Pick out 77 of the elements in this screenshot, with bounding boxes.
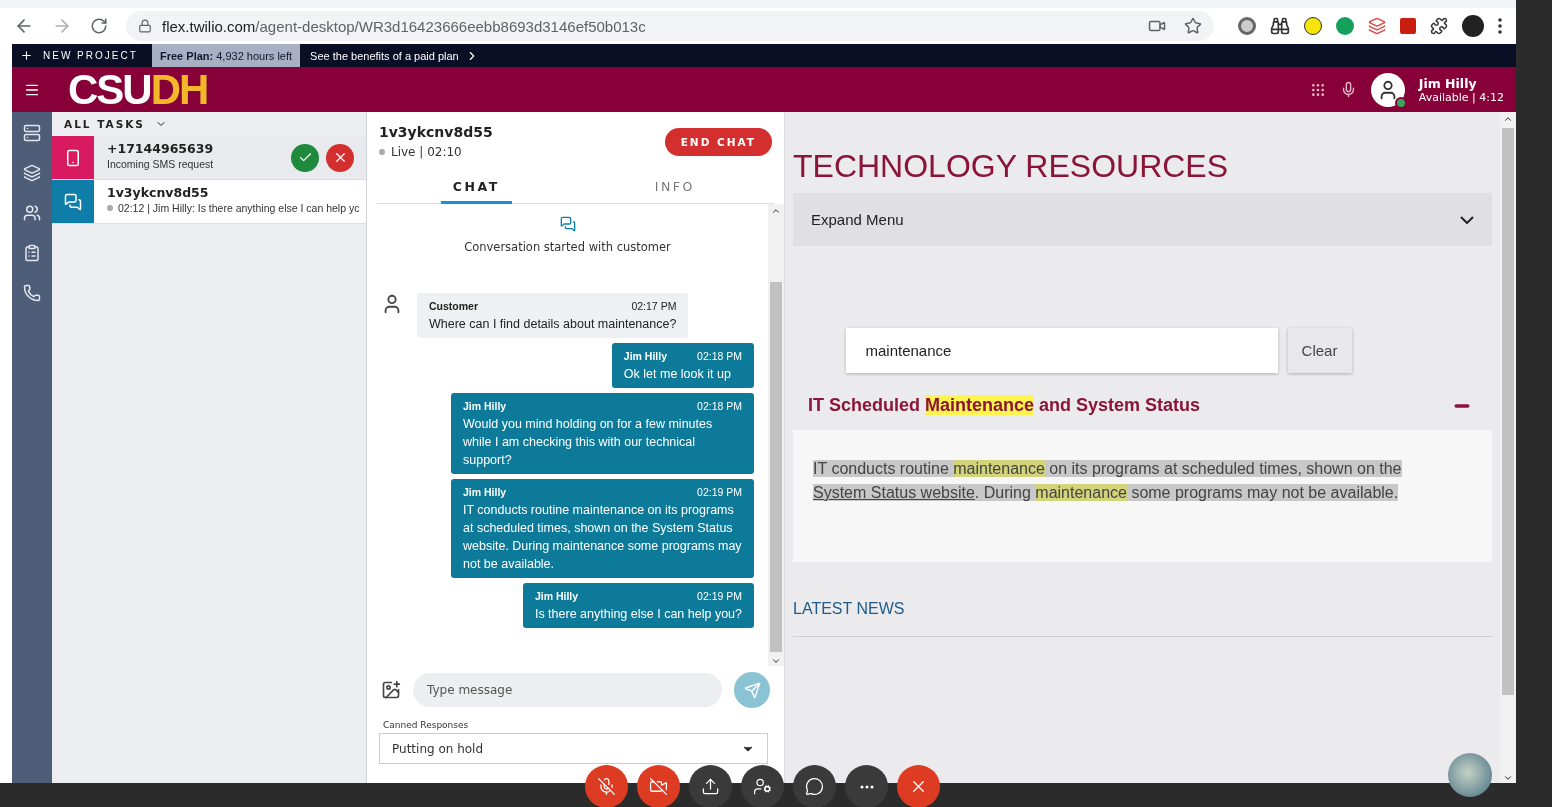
message-bubble: Jim Hilly 02:19 PM IT conducts routine maintenance on its programs at scheduled times, shown on the System Status website. During maintenance some programs may not be available. [451, 479, 754, 578]
article-title[interactable]: IT Scheduled Maintenance and System Status [808, 395, 1201, 416]
attach-image-icon [381, 680, 401, 700]
project-name[interactable]: NEW PROJECT [12, 49, 152, 62]
scrollbar[interactable] [1500, 112, 1516, 783]
task-item[interactable]: 1v3ykcnv8d55 02:12 | Jim Hilly: Is there anything else I can help yc [52, 180, 366, 224]
lock-icon [138, 19, 152, 33]
page-title: TECHNOLOGY RESOURCES [793, 148, 1230, 185]
end-chat-button[interactable]: END CHAT [664, 128, 772, 156]
canned-responses-select[interactable]: Putting on hold [379, 733, 768, 764]
mic-off-icon [597, 777, 616, 796]
reject-button[interactable] [326, 143, 354, 172]
search-field[interactable]: maintenance [845, 328, 1278, 373]
message-bubble: Jim Hilly 02:18 PM Would you mind holding on for a few minutes while I am checking this with our technical support? [451, 393, 754, 474]
chat-icon [559, 216, 576, 232]
task-subtitle: 02:12 | Jim Hilly: Is there anything else I can help yc [118, 202, 360, 214]
scroll-up-icon[interactable] [771, 206, 781, 216]
chat-status: Live | 02:10 [391, 145, 462, 159]
profile-avatar[interactable] [1462, 15, 1484, 37]
dialpad-icon [1309, 81, 1326, 98]
queue-icon[interactable] [23, 124, 41, 142]
chat-tab[interactable]: CHAT [377, 171, 576, 203]
scroll-down-icon[interactable] [1503, 773, 1513, 783]
camera-off-icon [649, 777, 668, 796]
article-text: IT conducts routine maintenance on its programs at scheduled times, shown on the System Status website. During maintenance some programs may not be available. [813, 459, 1403, 503]
status-dot [107, 205, 113, 211]
phone-icon [64, 148, 82, 167]
task-title: 1v3ykcnv8d55 [107, 185, 210, 200]
chat-icon [805, 777, 824, 796]
message-bubble: Jim Hilly 02:19 PM Is there anything else I can help you? [522, 583, 754, 628]
user-name: Jim Hilly [1418, 75, 1478, 91]
news-heading: LATEST NEWS [793, 600, 1492, 637]
user-status: Available | 4:12 [1418, 90, 1504, 104]
reload-icon [90, 17, 108, 35]
address-bar[interactable]: flex.twilio.com/agent-desktop/WR3d16423666eebb8693d3146ef50b013c [126, 11, 1214, 41]
canned-responses-label: Canned Responses [382, 719, 470, 732]
phone-icon[interactable] [23, 284, 41, 302]
message-bubble: Jim Hilly 02:18 PM Ok let me look it up [611, 343, 754, 388]
plus-icon [20, 49, 33, 62]
message-input[interactable]: Type message [413, 673, 722, 707]
task-item[interactable]: +17144965639 Incoming SMS request [52, 136, 366, 180]
star-icon [1184, 17, 1202, 35]
scroll-down-icon[interactable] [771, 656, 781, 666]
send-icon [743, 681, 761, 699]
more-icon [859, 784, 874, 789]
logo: CSUDH [68, 68, 208, 111]
scrollbar[interactable] [768, 204, 784, 666]
conversation-started: Conversation started with customer [464, 240, 671, 254]
expand-menu[interactable]: Expand Menu [793, 193, 1492, 246]
binoculars-icon [1270, 16, 1290, 36]
extension-icon [1368, 17, 1386, 35]
share-icon [701, 777, 720, 796]
clear-button[interactable]: Clear [1287, 328, 1352, 373]
system-status-link[interactable]: System Status website [813, 484, 975, 501]
user-avatar[interactable] [1370, 72, 1405, 107]
chevron-down-icon [1460, 215, 1474, 224]
layers-icon[interactable] [23, 164, 41, 182]
task-title: +17144965639 [107, 141, 215, 156]
scroll-up-icon[interactable] [1503, 114, 1513, 124]
task-subtitle: Incoming SMS request [107, 158, 214, 170]
extension-icon[interactable] [1238, 17, 1256, 35]
chat-icon [64, 192, 82, 211]
chat-tab[interactable]: INFO [575, 171, 774, 203]
participants-icon [753, 777, 772, 796]
task-filter[interactable]: ALL TASKS [64, 118, 145, 130]
url-text: flex.twilio.com/agent-desktop/WR3d16423666eebb8693d3146ef50b013c [162, 17, 646, 35]
chat-title: 1v3ykcnv8d55 [379, 124, 493, 140]
upgrade-link[interactable]: See the benefits of a paid plan [300, 48, 489, 63]
accept-button[interactable] [291, 143, 319, 172]
message-bubble: Customer 02:17 PM Where can I find details about maintenance? [417, 293, 689, 338]
extension-icon[interactable] [1304, 17, 1322, 35]
teams-icon[interactable] [23, 204, 41, 222]
status-dot [379, 149, 385, 155]
menu-icon[interactable] [1498, 18, 1502, 34]
plan-status: Free Plan: 4,932 hours left [152, 44, 301, 67]
extensions-icon [1430, 17, 1448, 35]
list-icon[interactable] [23, 244, 41, 262]
